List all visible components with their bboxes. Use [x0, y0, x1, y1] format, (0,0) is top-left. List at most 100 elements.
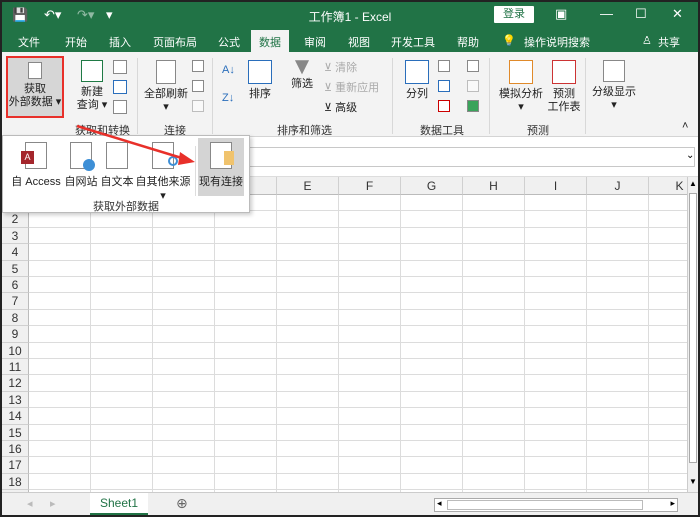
tab-formulas[interactable]: 公式: [218, 34, 240, 50]
column-header-E[interactable]: E: [277, 177, 339, 195]
cell-K14[interactable]: [649, 408, 687, 425]
tab-home[interactable]: 开始: [65, 34, 87, 50]
scroll-up-icon[interactable]: ▲: [688, 179, 698, 188]
cell-E18[interactable]: [277, 473, 339, 491]
login-button[interactable]: 登录: [494, 6, 534, 23]
cell-A11[interactable]: [29, 359, 91, 376]
cell-D7[interactable]: [215, 293, 277, 310]
consolidate-icon[interactable]: [467, 60, 479, 72]
cell-A16[interactable]: [29, 441, 91, 458]
ribbon-display-icon[interactable]: ▣: [555, 6, 567, 22]
recent-sources-icon[interactable]: [113, 100, 127, 114]
from-other-sources-button[interactable]: 自其他来源 ▾: [135, 142, 191, 202]
cell-B13[interactable]: [91, 391, 153, 409]
cell-I15[interactable]: [525, 424, 587, 441]
cell-J10[interactable]: [587, 342, 649, 359]
clear-button[interactable]: ⊻ 清除: [324, 62, 357, 75]
edit-links-icon[interactable]: [192, 100, 204, 112]
cell-K11[interactable]: [649, 359, 687, 376]
cell-J12[interactable]: [587, 375, 649, 392]
cell-C9[interactable]: [153, 326, 215, 343]
cell-F14[interactable]: [339, 408, 401, 425]
cell-G17[interactable]: [401, 457, 463, 474]
cell-B7[interactable]: [91, 293, 153, 310]
cell-K15[interactable]: [649, 425, 687, 441]
cell-G10[interactable]: [401, 342, 463, 359]
cell-J2[interactable]: [587, 211, 649, 228]
cell-I12[interactable]: [525, 375, 587, 392]
reapply-button[interactable]: ⊻ 重新应用: [324, 82, 379, 95]
column-header-K[interactable]: K: [649, 177, 687, 195]
cell-B12[interactable]: [91, 375, 153, 392]
cell-C5[interactable]: [153, 260, 215, 277]
cell-I10[interactable]: [525, 342, 587, 359]
cell-F15[interactable]: [339, 424, 401, 441]
cell-G5[interactable]: [401, 260, 463, 277]
cell-B6[interactable]: [91, 277, 153, 294]
cell-F16[interactable]: [339, 441, 401, 458]
sort-az-icon[interactable]: A↓: [222, 64, 235, 77]
cell-K12[interactable]: [649, 375, 687, 392]
cell-F8[interactable]: [339, 309, 401, 327]
from-web-button[interactable]: 自网站: [63, 142, 99, 189]
cell-C6[interactable]: [153, 277, 215, 294]
from-text-button[interactable]: 自文本: [99, 142, 135, 189]
cell-E12[interactable]: [277, 375, 339, 392]
cell-F3[interactable]: [339, 227, 401, 245]
tab-view[interactable]: 视图: [348, 34, 370, 50]
manage-data-model-icon[interactable]: [467, 100, 479, 112]
cell-C15[interactable]: [153, 424, 215, 441]
cell-I4[interactable]: [525, 244, 587, 261]
cell-B3[interactable]: [91, 227, 153, 245]
from-table-icon[interactable]: [113, 80, 127, 94]
row-header-13[interactable]: 13: [2, 391, 29, 409]
cell-H10[interactable]: [463, 342, 525, 359]
sheet-tab-sheet1[interactable]: Sheet1: [90, 493, 148, 515]
sort-button[interactable]: 排序: [245, 60, 275, 101]
cell-H9[interactable]: [463, 326, 525, 343]
cell-I2[interactable]: [525, 211, 587, 228]
cell-C16[interactable]: [153, 441, 215, 458]
cell-E8[interactable]: [277, 309, 339, 327]
cell-A4[interactable]: [29, 244, 91, 261]
cell-J8[interactable]: [587, 309, 649, 327]
share-icon[interactable]: ♙: [642, 34, 652, 47]
cell-F5[interactable]: [339, 260, 401, 277]
show-queries-icon[interactable]: [113, 60, 127, 74]
cell-C11[interactable]: [153, 359, 215, 376]
cell-D4[interactable]: [215, 244, 277, 261]
share-button[interactable]: 共享: [658, 34, 680, 50]
cell-J9[interactable]: [587, 326, 649, 343]
sort-za-icon[interactable]: Z↓: [222, 92, 234, 105]
cell-A7[interactable]: [29, 293, 91, 310]
cell-E3[interactable]: [277, 227, 339, 245]
cell-G9[interactable]: [401, 326, 463, 343]
cell-F6[interactable]: [339, 277, 401, 294]
cell-J16[interactable]: [587, 441, 649, 458]
cell-C12[interactable]: [153, 375, 215, 392]
cell-J5[interactable]: [587, 260, 649, 277]
cell-B17[interactable]: [91, 457, 153, 474]
cell-E11[interactable]: [277, 359, 339, 376]
cell-G8[interactable]: [401, 309, 463, 327]
cell-F11[interactable]: [339, 359, 401, 376]
cell-H17[interactable]: [463, 457, 525, 474]
maximize-icon[interactable]: ☐: [635, 6, 647, 22]
cell-B15[interactable]: [91, 424, 153, 441]
tab-data[interactable]: 数据: [251, 30, 289, 52]
row-header-18[interactable]: 18: [2, 473, 29, 491]
cell-I3[interactable]: [525, 227, 587, 245]
cell-E6[interactable]: [277, 277, 339, 294]
row-header-10[interactable]: 10: [2, 342, 29, 359]
cell-K2[interactable]: [649, 211, 687, 228]
cell-J4[interactable]: [587, 244, 649, 261]
cell-D3[interactable]: [215, 227, 277, 245]
cell-H11[interactable]: [463, 359, 525, 376]
cell-I16[interactable]: [525, 441, 587, 458]
scroll-left-icon[interactable]: ◂: [437, 498, 442, 509]
row-header-12[interactable]: 12: [2, 375, 29, 392]
cell-H7[interactable]: [463, 293, 525, 310]
flash-fill-icon[interactable]: [438, 60, 450, 72]
cell-I17[interactable]: [525, 457, 587, 474]
cell-A14[interactable]: [29, 408, 91, 425]
